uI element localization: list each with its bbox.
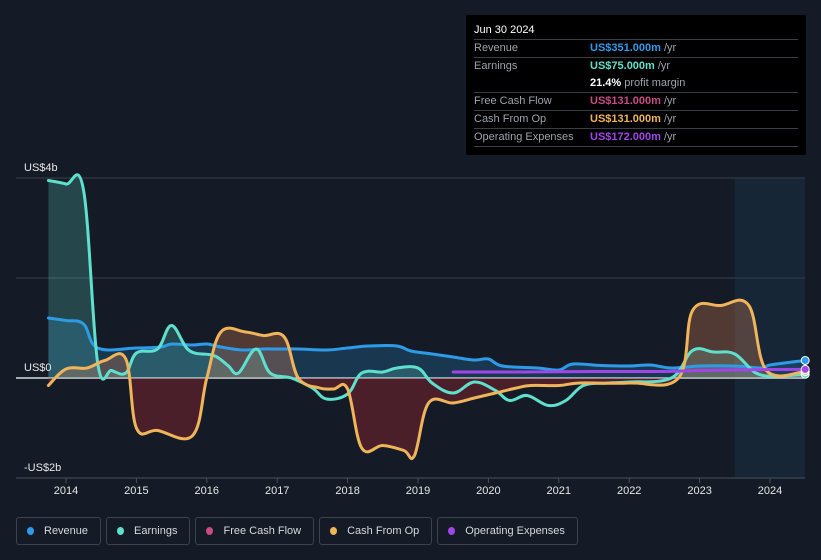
tooltip-label	[474, 75, 590, 92]
x-axis: 2014 2015 2016 2017 2018 2019 2020 2021 2022 2023…	[16, 477, 805, 497]
tooltip-row: 21.4% profit margin	[474, 75, 798, 93]
legend-dot-icon	[448, 527, 456, 535]
legend-item-operating-expenses[interactable]: Operating Expenses	[437, 517, 578, 545]
tooltip-label: Operating Expenses	[474, 131, 574, 143]
series-endpoints	[800, 355, 810, 379]
x-tick-label: 2014	[54, 485, 78, 497]
revenue-endpoint	[800, 355, 810, 365]
legend-label: Revenue	[44, 525, 89, 537]
tooltip-unit: /yr	[663, 131, 677, 143]
tooltip-unit: /yr	[663, 95, 677, 107]
legend-label: Operating Expenses	[465, 525, 565, 537]
tooltip-unit: /yr	[663, 113, 677, 125]
tooltip-row: Cash From Op US$131.000m/yr	[474, 111, 798, 129]
legend-item-revenue[interactable]: Revenue	[16, 517, 102, 545]
tooltip-row: Revenue US$351.000m/yr	[474, 40, 798, 58]
x-tick-label: 2017	[265, 485, 289, 497]
y-tick-label: US$0	[24, 362, 52, 374]
tooltip-value: US$351.000m	[590, 42, 661, 54]
x-tick-label: 2023	[687, 485, 711, 497]
x-tick-label: 2018	[335, 485, 359, 497]
tooltip-label: Cash From Op	[474, 113, 547, 125]
tooltip-value: US$75.000m	[590, 60, 655, 72]
legend-item-earnings[interactable]: Earnings	[106, 517, 191, 545]
x-tick-label: 2019	[406, 485, 430, 497]
tooltip-label: Revenue	[474, 42, 519, 54]
tooltip-date: Jun 30 2024	[474, 21, 798, 40]
operating-expenses-endpoint	[800, 364, 810, 374]
x-tick-label: 2015	[124, 485, 148, 497]
tooltip-row: Earnings US$75.000m/yr	[474, 58, 798, 75]
x-tick-label: 2021	[547, 485, 571, 497]
legend-label: Earnings	[134, 525, 178, 537]
x-tick-label: 2022	[617, 485, 641, 497]
legend-item-free-cash-flow[interactable]: Free Cash Flow	[195, 517, 315, 545]
tooltip-unit: /yr	[663, 42, 677, 54]
x-tick-label: 2020	[476, 485, 500, 497]
tooltip-row: Operating Expenses US$172.000m/yr	[474, 129, 798, 147]
tooltip-value: US$172.000m	[590, 131, 661, 143]
legend-label: Free Cash Flow	[223, 525, 302, 537]
x-tick-label: 2016	[195, 485, 219, 497]
tooltip-value: 21.4%	[590, 77, 622, 89]
tooltip-row: Free Cash Flow US$131.000m/yr	[474, 93, 798, 111]
tooltip-unit: profit margin	[624, 77, 686, 89]
legend-item-cash-from-op[interactable]: Cash From Op	[319, 517, 433, 545]
tooltip-value: US$131.000m	[590, 95, 661, 107]
legend-dot-icon	[330, 527, 338, 535]
y-tick-label: US$4b	[24, 162, 58, 174]
legend: Revenue Earnings Free Cash Flow Cash From O…	[16, 517, 578, 545]
tooltip-unit: /yr	[657, 60, 671, 72]
x-tick-label: 2024	[758, 485, 782, 497]
legend-dot-icon	[117, 527, 125, 535]
legend-dot-icon	[27, 527, 34, 535]
tooltip-label: Free Cash Flow	[474, 95, 552, 107]
y-tick-label: -US$2b	[24, 462, 61, 474]
legend-dot-icon	[206, 527, 214, 535]
legend-label: Cash From Op	[347, 525, 420, 537]
tooltip-value: US$131.000m	[590, 113, 661, 125]
tooltip: Jun 30 2024 Revenue US$351.000m/yr Earning…	[466, 15, 806, 155]
tooltip-label: Earnings	[474, 60, 518, 72]
